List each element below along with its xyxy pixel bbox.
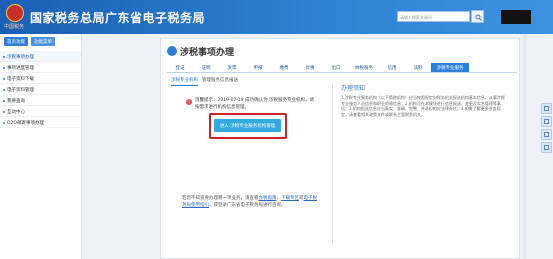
- search-input[interactable]: 请输入搜索关键词: [397, 11, 470, 22]
- category-nav: 登记 证明 发票 申报 缴费 优惠 出口 纳税服务 信用 法制 涉税专业服务: [167, 63, 517, 73]
- emblem-caption: 中国税务: [4, 24, 25, 30]
- tool-button-4[interactable]: [541, 142, 552, 153]
- scrollbar[interactable]: [523, 34, 527, 259]
- guide-link[interactable]: 办税指南: [259, 196, 277, 201]
- sidebar-item-download[interactable]: 电子资料下载: [0, 73, 81, 84]
- nav-registration[interactable]: 登记: [167, 63, 193, 72]
- floating-toolbar: [541, 103, 553, 155]
- download-link[interactable]: 下载专区: [281, 196, 299, 201]
- subtabs: 涉税专业机构 管理服务信息报送: [171, 77, 238, 86]
- tax-emblem-icon: [6, 4, 24, 22]
- sidebar-item-documents[interactable]: 电子资料管理: [0, 84, 81, 95]
- nav-credit[interactable]: 信用: [379, 63, 405, 72]
- nav-certificate[interactable]: 证明: [193, 63, 219, 72]
- panel-divider: [332, 84, 333, 244]
- nav-invoice[interactable]: 发票: [219, 63, 245, 72]
- nav-professional-service[interactable]: 涉税专业服务: [431, 63, 469, 72]
- enter-agency-management-button[interactable]: 进入 涉税专业服务机构管理: [214, 119, 281, 132]
- page-title-icon: [167, 46, 177, 56]
- tool-button-1[interactable]: [541, 103, 552, 114]
- help-end: ，或登录广东省电子税务局进行咨询。: [209, 202, 286, 208]
- sidebar-tab-home[interactable]: 首页功能: [4, 37, 28, 46]
- top-icon: [544, 145, 549, 150]
- top-banner: 中国税务 国家税务总局广东省电子税务局 请输入搜索关键词: [0, 0, 553, 34]
- nav-export[interactable]: 出口: [323, 63, 349, 72]
- sidebar-tabs: 首页功能 功能菜单: [0, 34, 81, 49]
- help-intro: 若您不知道要办理哪一项业务，请查看: [182, 196, 259, 201]
- sidebar-item-o2o[interactable]: O2O邮寄事项办理: [0, 117, 81, 128]
- document-icon: [544, 106, 549, 111]
- site-title: 国家税务总局广东省电子税务局: [30, 11, 206, 25]
- edit-icon: [544, 132, 549, 137]
- tool-button-3[interactable]: [541, 129, 552, 140]
- instructions-title: 办理须知: [341, 85, 366, 92]
- page-title: 涉税事项办理: [180, 48, 235, 58]
- instructions-text: 1.涉税专业服务机构（以下简称机构）应当按照规定向税务机关报送机构基本信息、从事…: [341, 95, 505, 118]
- help-text: 若您不知道要办理哪一项业务，请查看办税指南、下载专区或电子税务局使用指引，或登录…: [182, 196, 320, 209]
- nav-preferential[interactable]: 优惠: [297, 63, 323, 72]
- tool-button-2[interactable]: [541, 116, 552, 127]
- search-icon: [475, 14, 482, 21]
- user-account-block[interactable]: [501, 10, 531, 24]
- subtab-professional-agency[interactable]: 涉税专业机构: [171, 77, 198, 86]
- nav-payment[interactable]: 缴费: [271, 63, 297, 72]
- nav-declaration[interactable]: 申报: [245, 63, 271, 72]
- sidebar-tab-menu[interactable]: 功能菜单: [31, 37, 55, 46]
- sidebar-item-tax-affairs[interactable]: 涉税事项办理: [0, 51, 81, 62]
- nav-tax-service[interactable]: 纳税服务: [349, 63, 379, 72]
- nav-legal[interactable]: 法制: [405, 63, 431, 72]
- sidebar-item-interaction[interactable]: 互动中心: [0, 106, 81, 117]
- search-button[interactable]: [471, 10, 484, 23]
- sidebar-item-query[interactable]: 我要查询: [0, 95, 81, 106]
- subtab-info-report[interactable]: 管理服务信息报送: [202, 77, 238, 86]
- sidebar: 首页功能 功能菜单 涉税事项办理 事项进度管理 电子资料下载 电子资料管理 我要…: [0, 34, 82, 259]
- sidebar-item-progress[interactable]: 事项进度管理: [0, 62, 81, 73]
- exclamation-icon: !: [186, 99, 192, 105]
- sidebar-list: 涉税事项办理 事项进度管理 电子资料下载 电子资料管理 我要查询 互动中心 O2…: [0, 51, 81, 128]
- notice-text: 温馨提示：2019-02-19 成功确认为 涉税服务专业机构，请按需求进行机构信…: [195, 98, 315, 110]
- chat-icon: [544, 119, 549, 124]
- main-card: 涉税事项办理 登记 证明 发票 申报 缴费 优惠 出口 纳税服务 信用 法制 涉…: [160, 38, 520, 259]
